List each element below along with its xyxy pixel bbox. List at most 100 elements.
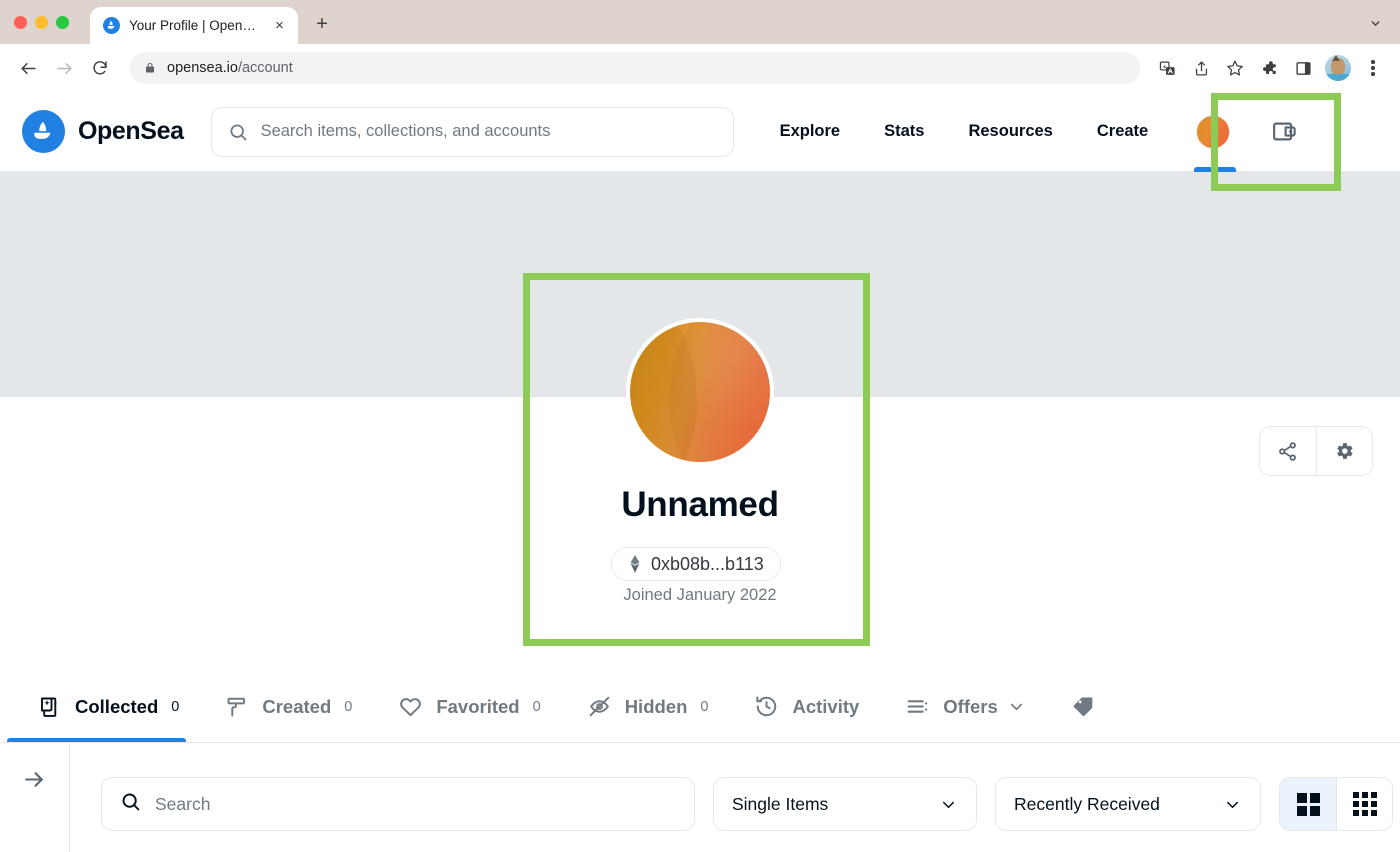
browser-tab-title: Your Profile | OpenSea [129, 18, 261, 33]
chevron-down-icon [1223, 795, 1242, 814]
view-small-grid-button[interactable] [1336, 778, 1392, 830]
grid-2x2-icon [1296, 792, 1320, 816]
tab-activity[interactable]: Activity [754, 671, 905, 742]
profile-action-buttons [1259, 426, 1373, 476]
list-icon [905, 694, 930, 719]
maximize-window-button[interactable] [56, 16, 69, 29]
minimize-window-button[interactable] [35, 16, 48, 29]
tab-hidden-count: 0 [700, 698, 709, 715]
tab-collected[interactable]: Collected 0 [6, 671, 225, 742]
tab-hidden-label: Hidden [624, 695, 688, 717]
new-tab-button[interactable]: + [309, 11, 335, 37]
opensea-logo-icon [22, 110, 65, 153]
eye-off-icon [587, 694, 612, 719]
main-nav: Explore Stats Resources Create [758, 122, 1171, 141]
url-text: opensea.io/account [167, 60, 293, 76]
tab-collected-label: Collected [75, 695, 159, 717]
nav-item-profile[interactable] [1170, 92, 1256, 172]
expand-filters-button[interactable] [0, 744, 70, 852]
wallet-address-text: 0xb08b...b113 [651, 553, 764, 574]
view-mode-toggle [1279, 777, 1393, 831]
profile-name: Unnamed [621, 485, 779, 524]
search-icon [120, 791, 141, 817]
sort-select[interactable]: Recently Received [995, 777, 1261, 831]
translate-icon[interactable] [1152, 53, 1182, 83]
profile-avatar-icon[interactable] [1325, 55, 1351, 81]
opensea-logo[interactable]: OpenSea [22, 110, 184, 153]
close-icon[interactable]: × [270, 16, 289, 35]
wallet-address-pill[interactable]: 0xb08b...b113 [611, 547, 781, 581]
profile-tab-bar: Collected 0 Created 0 Favorited 0 Hidden… [0, 671, 1400, 743]
address-bar[interactable]: opensea.io/account [130, 52, 1140, 84]
filter-bar: Search Single Items Recently Received [0, 744, 1400, 852]
global-search-placeholder: Search items, collections, and accounts [260, 122, 551, 140]
tab-created-count: 0 [344, 698, 353, 715]
profile-joined-date: Joined January 2022 [623, 586, 777, 604]
nav-item-explore[interactable]: Explore [758, 122, 863, 141]
item-search-placeholder: Search [155, 793, 211, 814]
extensions-icon[interactable] [1254, 53, 1284, 83]
sort-value: Recently Received [1014, 793, 1160, 814]
chevron-down-icon[interactable] [1007, 697, 1026, 716]
opensea-logo-icon [103, 17, 120, 34]
tab-offers-label: Offers [943, 695, 998, 717]
share-icon[interactable] [1186, 53, 1216, 83]
tab-hidden[interactable]: Hidden 0 [587, 671, 755, 742]
nav-item-stats[interactable]: Stats [862, 122, 946, 141]
tab-offers[interactable]: Offers [905, 671, 1072, 742]
item-type-select[interactable]: Single Items [713, 777, 977, 831]
nav-profile-avatar [1196, 114, 1231, 149]
collected-icon [38, 695, 62, 719]
url-host: opensea.io [167, 60, 238, 76]
profile-section: Unnamed 0xb08b...b113 Joined January 202… [0, 318, 1400, 671]
back-icon[interactable] [12, 52, 44, 84]
lock-icon [144, 62, 156, 74]
opensea-header: OpenSea Search items, collections, and a… [0, 92, 1400, 172]
brand-name: OpenSea [78, 117, 184, 145]
tag-icon [1072, 694, 1097, 719]
browser-tab[interactable]: Your Profile | OpenSea × [90, 7, 298, 44]
close-window-button[interactable] [14, 16, 27, 29]
side-panel-icon[interactable] [1288, 53, 1318, 83]
tab-favorited-label: Favorited [436, 695, 520, 717]
reload-icon[interactable] [84, 52, 116, 84]
ethereum-icon [628, 555, 642, 573]
browser-window: Your Profile | OpenSea × + opensea.io/ac… [0, 0, 1400, 852]
avatar-pet-icon [1331, 55, 1345, 75]
url-path: /account [237, 60, 293, 76]
history-clock-icon [754, 694, 779, 719]
tab-favorited[interactable]: Favorited 0 [398, 671, 586, 742]
nav-item-create[interactable]: Create [1075, 122, 1170, 141]
wallet-icon[interactable] [1262, 110, 1306, 154]
profile-avatar[interactable] [626, 318, 774, 466]
window-traffic-lights [0, 16, 69, 44]
item-type-value: Single Items [732, 793, 829, 814]
tab-created[interactable]: Created 0 [225, 671, 398, 742]
menu-kebab-icon[interactable] [1358, 53, 1388, 83]
tab-collected-count: 0 [171, 698, 180, 715]
heart-icon [398, 694, 423, 719]
tab-more[interactable] [1072, 671, 1143, 742]
forward-icon[interactable] [48, 52, 80, 84]
browser-toolbar: opensea.io/account [0, 44, 1400, 92]
paint-roller-icon [225, 695, 249, 719]
tab-favorited-count: 0 [532, 698, 541, 715]
avatar-band [669, 322, 770, 462]
settings-button[interactable] [1315, 427, 1373, 475]
view-large-grid-button[interactable] [1280, 778, 1336, 830]
share-button[interactable] [1260, 427, 1316, 475]
item-search-input[interactable]: Search [101, 777, 695, 831]
avatar-water [1325, 74, 1351, 81]
nav-item-resources[interactable]: Resources [946, 122, 1074, 141]
grid-3x3-icon [1352, 792, 1377, 816]
arrow-right-icon [22, 767, 47, 797]
chevron-down-icon[interactable] [1364, 12, 1386, 34]
nav-active-indicator [1194, 166, 1237, 172]
tab-activity-label: Activity [792, 695, 860, 717]
filter-controls: Search Single Items Recently Received [70, 744, 1400, 831]
tab-created-label: Created [262, 695, 332, 717]
bookmark-star-icon[interactable] [1220, 53, 1250, 83]
browser-tab-strip: Your Profile | OpenSea × + [0, 0, 1400, 44]
search-icon [228, 122, 248, 142]
global-search-input[interactable]: Search items, collections, and accounts [210, 106, 734, 157]
